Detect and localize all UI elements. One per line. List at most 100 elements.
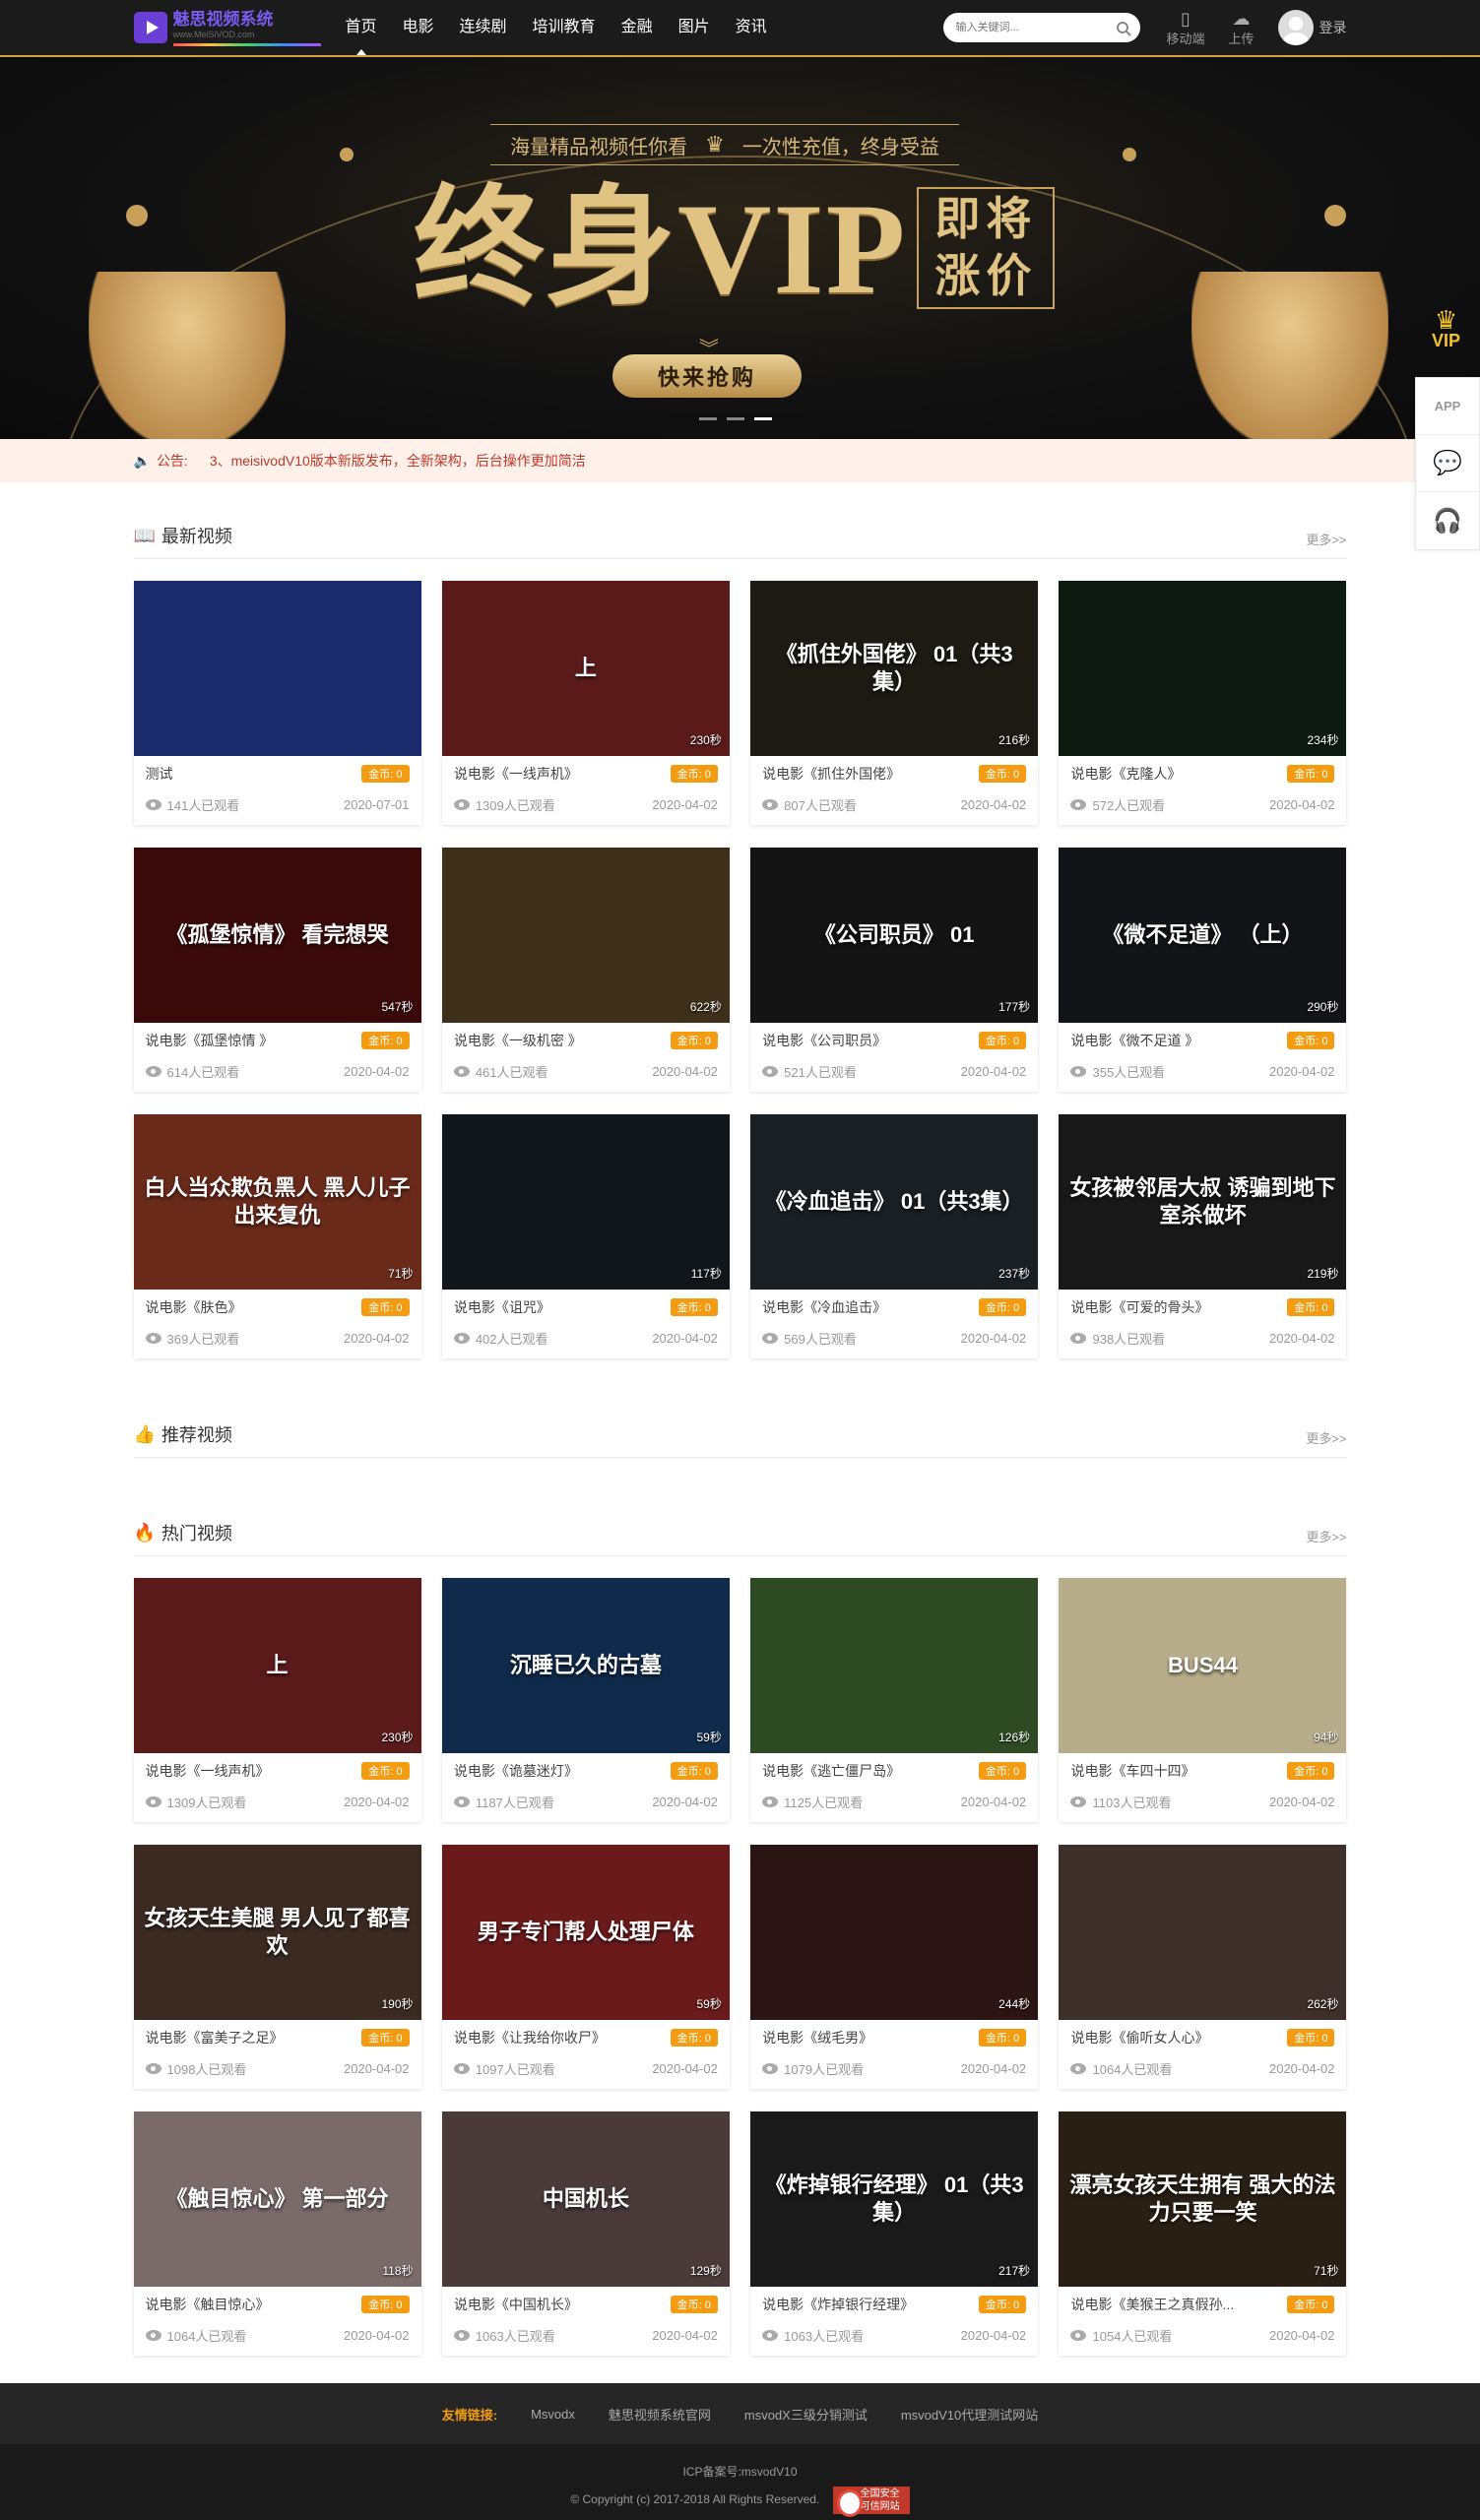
video-card[interactable]: 262秒 说电影《偷听女人心》 金币: 0 1064人已观看 2020-04-02 [1059, 1845, 1347, 2089]
video-thumbnail[interactable]: 《微不足道》 （上） 290秒 [1059, 848, 1347, 1023]
video-title[interactable]: 说电影《孤堡惊情 》 [146, 1031, 274, 1050]
video-thumbnail[interactable]: 白人当众欺负黑人 黑人儿子出来复仇 71秒 [133, 1114, 421, 1290]
video-thumbnail[interactable]: 漂亮女孩天生拥有 强大的法力只要一笑 71秒 [1059, 2111, 1347, 2287]
more-link[interactable]: 更多>> [1306, 1428, 1346, 1447]
video-title[interactable]: 说电影《车四十四》 [1070, 1761, 1194, 1781]
video-card[interactable]: BUS44 94秒 说电影《车四十四》 金币: 0 1103人已观看 2020-04-02 [1059, 1578, 1347, 1822]
video-thumbnail[interactable]: 中国机长 129秒 [441, 2111, 730, 2287]
video-title[interactable]: 说电影《让我给你收尸》 [454, 2028, 606, 2048]
more-link[interactable]: 更多>> [1306, 1527, 1346, 1545]
customer-service-icon[interactable]: 🎧 [1416, 492, 1479, 549]
video-thumbnail[interactable]: 沉睡已久的古墓 59秒 [441, 1578, 730, 1753]
app-download-icon[interactable]: APP [1416, 378, 1479, 435]
video-title[interactable]: 说电影《诡墓迷灯》 [454, 1761, 578, 1781]
video-thumbnail[interactable]: 女孩被邻居大叔 诱骗到地下室杀做坏 219秒 [1059, 1114, 1347, 1290]
video-card[interactable]: 中国机长 129秒 说电影《中国机长》 金币: 0 1063人已观看 2020-04-02 [441, 2111, 730, 2356]
upload-button[interactable]: ☁ 上传 [1228, 9, 1254, 47]
video-card[interactable]: 《触目惊心》 第一部分 118秒 说电影《触目惊心》 金币: 0 1064人已观看 202… [133, 2111, 421, 2356]
video-card[interactable]: 234秒 说电影《克隆人》 金币: 0 572人已观看 2020-04-02 [1059, 581, 1347, 825]
video-thumbnail[interactable]: 《触目惊心》 第一部分 118秒 [133, 2111, 421, 2287]
video-card[interactable]: 沉睡已久的古墓 59秒 说电影《诡墓迷灯》 金币: 0 1187人已观看 2020-04-… [441, 1578, 730, 1822]
video-title[interactable]: 说电影《逃亡僵尸岛》 [762, 1761, 900, 1781]
video-thumbnail[interactable] [133, 581, 421, 756]
video-title[interactable]: 说电影《可爱的骨头》 [1070, 1297, 1208, 1317]
video-card[interactable]: 《炸掉银行经理》 01（共3集） 217秒 说电影《炸掉银行经理》 金币: 0 1063… [750, 2111, 1039, 2356]
carousel-dot[interactable] [699, 417, 717, 420]
video-thumbnail[interactable]: 117秒 [441, 1114, 730, 1290]
search-icon[interactable] [1117, 22, 1129, 33]
video-thumbnail[interactable]: 622秒 [441, 848, 730, 1023]
video-title[interactable]: 说电影《一级机密 》 [454, 1031, 582, 1050]
video-title[interactable]: 说电影《中国机长》 [454, 2295, 578, 2314]
nav-home[interactable]: 首页 [333, 0, 390, 55]
video-card[interactable]: 244秒 说电影《绒毛男》 金币: 0 1079人已观看 2020-04-02 [750, 1845, 1039, 2089]
video-thumbnail[interactable]: 《公司职员》 01 177秒 [750, 848, 1039, 1023]
video-card[interactable]: 上 230秒 说电影《一线声机》 金币: 0 1309人已观看 2020-04-02 [441, 581, 730, 825]
search-input[interactable] [955, 22, 1118, 33]
buy-now-button[interactable]: 快来抢购 [612, 354, 802, 398]
notice-text[interactable]: 3、meisivodV10版本新版发布，全新架构，后台操作更加简洁 [210, 451, 586, 471]
vip-badge[interactable]: ♛ VIP [1432, 307, 1460, 351]
video-thumbnail[interactable]: 126秒 [750, 1578, 1039, 1753]
video-thumbnail[interactable]: 244秒 [750, 1845, 1039, 2020]
nav-images[interactable]: 图片 [666, 0, 723, 55]
site-logo[interactable]: 魅思视频系统 www.MeiSiVOD.com [133, 10, 321, 46]
friend-link[interactable]: 魅思视频系统官网 [609, 2405, 711, 2424]
video-card[interactable]: 白人当众欺负黑人 黑人儿子出来复仇 71秒 说电影《肤色》 金币: 0 369人已观看 2… [133, 1114, 421, 1358]
friend-link[interactable]: Msvodx [531, 2407, 575, 2422]
video-card[interactable]: 女孩天生美腿 男人见了都喜欢 190秒 说电影《富美子之足》 金币: 0 1098人已观… [133, 1845, 421, 2089]
friend-link[interactable]: msvodV10代理测试网站 [901, 2405, 1038, 2424]
video-title[interactable]: 说电影《富美子之足》 [146, 2028, 284, 2048]
video-title[interactable]: 说电影《一线声机》 [454, 764, 578, 784]
video-card[interactable]: 女孩被邻居大叔 诱骗到地下室杀做坏 219秒 说电影《可爱的骨头》 金币: 0 938人… [1059, 1114, 1347, 1358]
nav-finance[interactable]: 金融 [609, 0, 666, 55]
video-thumbnail[interactable]: 上 230秒 [441, 581, 730, 756]
nav-news[interactable]: 资讯 [723, 0, 780, 55]
video-card[interactable]: 117秒 说电影《诅咒》 金币: 0 402人已观看 2020-04-02 [441, 1114, 730, 1358]
carousel-dot[interactable] [727, 417, 744, 420]
video-card[interactable]: 男子专门帮人处理尸体 59秒 说电影《让我给你收尸》 金币: 0 1097人已观看 202… [441, 1845, 730, 2089]
video-thumbnail[interactable]: 《冷血追击》 01（共3集） 237秒 [750, 1114, 1039, 1290]
mobile-button[interactable]: ▯ 移动端 [1166, 9, 1204, 47]
friend-link[interactable]: msvodX三级分销测试 [744, 2405, 868, 2424]
video-title[interactable]: 说电影《触目惊心》 [146, 2295, 270, 2314]
video-thumbnail[interactable]: 234秒 [1059, 581, 1347, 756]
video-card[interactable]: 《抓住外国佬》 01（共3集） 216秒 说电影《抓住外国佬》 金币: 0 807人已观… [750, 581, 1039, 825]
video-thumbnail[interactable]: 《炸掉银行经理》 01（共3集） 217秒 [750, 2111, 1039, 2287]
video-card[interactable]: 《孤堡惊情》 看完想哭 547秒 说电影《孤堡惊情 》 金币: 0 614人已观看 202… [133, 848, 421, 1092]
carousel-dot-active[interactable] [754, 417, 772, 420]
video-thumbnail[interactable]: 《孤堡惊情》 看完想哭 547秒 [133, 848, 421, 1023]
trusted-site-badge[interactable]: 全国安全 可信网站 [832, 2486, 910, 2517]
video-card[interactable]: 漂亮女孩天生拥有 强大的法力只要一笑 71秒 说电影《美猴王之真假孙... 金币: 0… [1059, 2111, 1347, 2356]
nav-education[interactable]: 培训教育 [520, 0, 609, 55]
video-card[interactable]: 测试 金币: 0 141人已观看 2020-07-01 [133, 581, 421, 825]
video-card[interactable]: 126秒 说电影《逃亡僵尸岛》 金币: 0 1125人已观看 2020-04-02 [750, 1578, 1039, 1822]
video-title[interactable]: 测试 [146, 764, 173, 784]
video-thumbnail[interactable]: 上 230秒 [133, 1578, 421, 1753]
video-card[interactable]: 《冷血追击》 01（共3集） 237秒 说电影《冷血追击》 金币: 0 569人已观看 2… [750, 1114, 1039, 1358]
video-thumbnail[interactable]: 男子专门帮人处理尸体 59秒 [441, 1845, 730, 2020]
video-card[interactable]: 《公司职员》 01 177秒 说电影《公司职员》 金币: 0 521人已观看 2020-0… [750, 848, 1039, 1092]
video-card[interactable]: 622秒 说电影《一级机密 》 金币: 0 461人已观看 2020-04-02 [441, 848, 730, 1092]
video-thumbnail[interactable]: 《抓住外国佬》 01（共3集） 216秒 [750, 581, 1039, 756]
nav-series[interactable]: 连续剧 [447, 0, 520, 55]
video-title[interactable]: 说电影《绒毛男》 [762, 2028, 872, 2048]
video-thumbnail[interactable]: 262秒 [1059, 1845, 1347, 2020]
video-title[interactable]: 说电影《克隆人》 [1070, 764, 1181, 784]
video-thumbnail[interactable]: 女孩天生美腿 男人见了都喜欢 190秒 [133, 1845, 421, 2020]
video-thumbnail[interactable]: BUS44 94秒 [1059, 1578, 1347, 1753]
video-title[interactable]: 说电影《美猴王之真假孙... [1070, 2295, 1234, 2314]
video-title[interactable]: 说电影《诅咒》 [454, 1297, 550, 1317]
vip-banner[interactable]: 海量精品视频任你看 ♛ 一次性充值，终身受益 终身VIP 即将 涨价 ︾ 快来抢… [0, 57, 1480, 439]
video-title[interactable]: 说电影《公司职员》 [762, 1031, 886, 1050]
video-title[interactable]: 说电影《偷听女人心》 [1070, 2028, 1208, 2048]
more-link[interactable]: 更多>> [1306, 530, 1346, 548]
video-title[interactable]: 说电影《一线声机》 [146, 1761, 270, 1781]
video-title[interactable]: 说电影《炸掉银行经理》 [762, 2295, 914, 2314]
login-button[interactable]: 登录 [1277, 10, 1347, 45]
video-card[interactable]: 《微不足道》 （上） 290秒 说电影《微不足道 》 金币: 0 355人已观看 2020… [1059, 848, 1347, 1092]
video-card[interactable]: 上 230秒 说电影《一线声机》 金币: 0 1309人已观看 2020-04-02 [133, 1578, 421, 1822]
video-title[interactable]: 说电影《冷血追击》 [762, 1297, 886, 1317]
video-title[interactable]: 说电影《抓住外国佬》 [762, 764, 900, 784]
nav-movies[interactable]: 电影 [390, 0, 447, 55]
